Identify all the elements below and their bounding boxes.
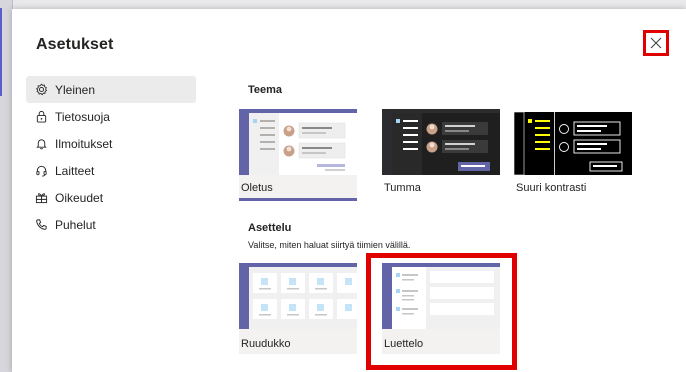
settings-dialog: Asetukset Yleinen Tietosuoja Ilmoitukset…	[12, 9, 686, 372]
theme-option-high-contrast[interactable]: Suuri kontrasti	[514, 109, 632, 201]
headset-icon	[34, 164, 48, 178]
theme-heading: Teema	[248, 84, 283, 96]
dialog-title: Asetukset	[36, 36, 114, 53]
nav-item-label: Laitteet	[55, 163, 95, 178]
nav-item-permissions[interactable]: Oikeudet	[26, 184, 196, 211]
layout-description: Valitse, miten haluat siirtyä tiimien vä…	[248, 240, 411, 250]
high-contrast-theme-preview	[514, 109, 632, 175]
nav-item-privacy[interactable]: Tietosuoja	[26, 103, 196, 130]
nav-item-label: Tietosuoja	[55, 109, 110, 124]
theme-label: Suuri kontrasti	[516, 182, 587, 194]
theme-label: Oletus	[241, 182, 273, 194]
theme-label: Tumma	[384, 182, 421, 194]
settings-nav: Yleinen Tietosuoja Ilmoitukset Laitteet …	[26, 76, 196, 238]
nav-item-devices[interactable]: Laitteet	[26, 157, 196, 184]
nav-item-label: Oikeudet	[55, 190, 104, 205]
lock-icon	[34, 110, 48, 124]
close-button[interactable]	[643, 30, 669, 56]
highlight-box	[366, 253, 517, 370]
permissions-icon	[34, 191, 48, 205]
theme-option-default[interactable]: Oletus	[239, 109, 357, 201]
phone-icon	[34, 218, 48, 232]
nav-item-label: Yleinen	[55, 82, 96, 97]
default-theme-preview	[239, 109, 357, 175]
dark-theme-preview	[382, 109, 500, 175]
nav-item-calls[interactable]: Puhelut	[26, 211, 196, 238]
theme-option-dark[interactable]: Tumma	[382, 109, 500, 201]
nav-item-notifications[interactable]: Ilmoitukset	[26, 130, 196, 157]
layout-option-grid[interactable]: Ruudukko	[239, 263, 357, 357]
layout-label: Ruudukko	[241, 338, 291, 350]
nav-item-general[interactable]: Yleinen	[26, 76, 196, 103]
layout-heading: Asettelu	[248, 222, 292, 234]
nav-item-label: Ilmoitukset	[55, 136, 113, 151]
close-icon	[650, 37, 662, 49]
gear-icon	[34, 83, 48, 97]
nav-item-label: Puhelut	[55, 217, 96, 232]
grid-layout-preview	[239, 263, 357, 329]
bell-icon	[34, 137, 48, 151]
background-app-accent	[0, 8, 2, 96]
